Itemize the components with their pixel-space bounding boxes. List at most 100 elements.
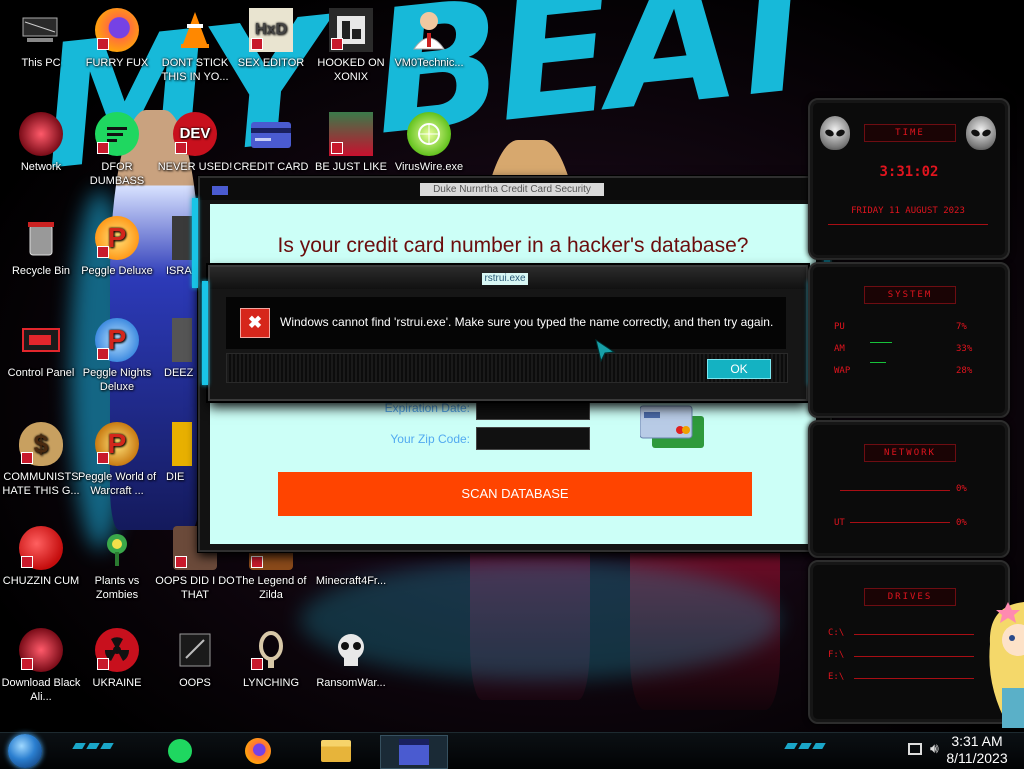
- peggle-nights-icon: P: [95, 318, 139, 362]
- terminal-icon: [173, 628, 217, 672]
- ok-button[interactable]: OK: [707, 359, 771, 379]
- net-out-graph: [850, 522, 950, 523]
- vlc-cone-icon: [173, 8, 217, 52]
- swap-label: WAP: [834, 366, 851, 376]
- desktop-icon-oops[interactable]: OOPS: [154, 628, 236, 690]
- desktop-icon-this-pc[interactable]: This PC: [0, 8, 82, 70]
- alien-head-icon: [966, 116, 996, 150]
- app-icon: [172, 216, 192, 260]
- green-chat-icon: [95, 112, 139, 156]
- taskbar-clock[interactable]: 3:31 AM 8/11/2023: [936, 733, 1018, 767]
- taskbar-decoration: [72, 743, 114, 749]
- taskbar: 🔊︎ 3:31 AM 8/11/2023: [0, 732, 1024, 769]
- clock-date: 8/11/2023: [946, 750, 1008, 766]
- desktop-icon-ransomwar[interactable]: RansomWar...: [310, 628, 392, 690]
- desktop-icon-peggle-world[interactable]: P Peggle World of Warcraft ...: [76, 422, 158, 498]
- scan-database-button[interactable]: SCAN DATABASE: [278, 472, 752, 516]
- taskbar-app-firefox[interactable]: [238, 735, 278, 767]
- net-out-value: 0%: [956, 518, 967, 528]
- net-in-value: 0%: [956, 484, 967, 494]
- error-dialog: rstrui.exe ✖ Windows cannot find 'rstrui…: [202, 265, 814, 401]
- alien-globe-icon: [19, 628, 63, 672]
- dev-cpp-icon: DEV: [173, 112, 217, 156]
- desktop-icon-chuzzin-cum[interactable]: CHUZZIN CUM: [0, 526, 82, 588]
- desktop-icon-plants-vs-zombies[interactable]: Plants vs Zombies: [76, 526, 158, 602]
- window-cyan-accent: [192, 198, 198, 288]
- desktop-icon-communists[interactable]: $ COMMUNISTS HATE THIS G...: [0, 422, 82, 498]
- app-icon: [172, 422, 192, 466]
- gadget-date: FRIDAY 11 AUGUST 2023: [851, 206, 965, 216]
- window-titlebar[interactable]: Duke Nurnrtha Credit Card Security: [200, 178, 830, 200]
- desktop-icon-vm0technic[interactable]: VM0Technic...: [388, 8, 470, 70]
- net-out-label: UT: [834, 518, 845, 528]
- cartoon-character-image: [978, 596, 1024, 732]
- peggle-world-icon: P: [95, 422, 139, 466]
- chuzzle-icon: [19, 526, 63, 570]
- firefox-icon: [95, 8, 139, 52]
- skull-icon: [329, 628, 373, 672]
- desktop-icon-lynching[interactable]: LYNCHING: [230, 628, 312, 690]
- plant-icon: [95, 526, 139, 570]
- net-in-graph: [840, 490, 950, 491]
- desktop-icon-recycle-bin[interactable]: Recycle Bin: [0, 216, 82, 278]
- taskbar-app-credit-card-active[interactable]: [380, 735, 448, 769]
- system-gadget[interactable]: SYSTEM PU 7% AM 33% WAP 28%: [808, 262, 1010, 418]
- time-gadget[interactable]: TIME 3:31:02 FRIDAY 11 AUGUST 2023: [808, 98, 1010, 260]
- desktop-icon-dfor-dumbass[interactable]: DFOR DUMBASS: [76, 112, 158, 188]
- drive-c-bar: [854, 634, 974, 635]
- cpu-value: 7%: [956, 322, 967, 332]
- network-globe-icon: [19, 112, 63, 156]
- gadget-clock: 3:31:02: [879, 164, 939, 180]
- taskbar-app-file-explorer[interactable]: [316, 735, 356, 767]
- desktop-icon-network[interactable]: Network: [0, 112, 82, 174]
- desktop-icon-ukraine[interactable]: UKRAINE: [76, 628, 158, 690]
- credit-card-icon: [249, 112, 293, 156]
- error-message: Windows cannot find 'rstrui.exe'. Make s…: [280, 315, 774, 329]
- zip-code-input[interactable]: [476, 427, 590, 450]
- desktop-icon-download-black-ali[interactable]: Download Black Ali...: [0, 628, 82, 704]
- desktop-icon-sex-editor[interactable]: HxD SEX EDITOR: [230, 8, 312, 70]
- ram-value: 33%: [956, 344, 973, 354]
- credit-cards-icon: [639, 404, 706, 450]
- drive-e-label: E:\: [828, 672, 845, 682]
- network-tray-icon[interactable]: [908, 743, 922, 755]
- limewire-icon: [407, 112, 451, 156]
- desktop-icon-be-just-like[interactable]: BE JUST LIKE: [310, 112, 392, 174]
- green-chat-icon: [168, 739, 192, 763]
- desktop-icon-hooked-on-xonix[interactable]: HOOKED ON XONIX: [310, 8, 392, 84]
- dialog-body: ✖ Windows cannot find 'rstrui.exe'. Make…: [226, 297, 786, 349]
- window-app-icon: [212, 186, 228, 195]
- app-icon: [172, 318, 192, 362]
- mouse-cursor-icon: [594, 338, 616, 366]
- desktop-icon-furry-fux[interactable]: FURRY FUX: [76, 8, 158, 70]
- error-x-icon: ✖: [240, 308, 270, 338]
- expiration-date-label: Expiration Date:: [384, 401, 470, 415]
- desktop-icon-viruswire[interactable]: VirusWire.exe: [388, 112, 470, 174]
- desktop-icon-control-panel[interactable]: Control Panel: [0, 318, 82, 380]
- dialog-titlebar[interactable]: rstrui.exe: [210, 267, 806, 289]
- dialog-title: rstrui.exe: [482, 273, 528, 285]
- doctor-avatar-icon: [407, 8, 451, 52]
- gadget-divider: [828, 224, 988, 225]
- network-gadget[interactable]: NETWORK 0% UT 0%: [808, 420, 1010, 558]
- cpu-label: PU: [834, 322, 845, 332]
- page-headline: Is your credit card number in a hacker's…: [277, 234, 749, 257]
- drives-gadget-header: DRIVES: [864, 588, 956, 606]
- desktop-icon-dont-stick[interactable]: DONT STICK THIS IN YO...: [154, 8, 236, 84]
- peggle-icon: P: [95, 216, 139, 260]
- alien-head-icon: [820, 116, 850, 150]
- swap-value: 28%: [956, 366, 973, 376]
- credit-card-app-icon: [399, 739, 429, 765]
- system-gadget-header: SYSTEM: [864, 286, 956, 304]
- drive-e-bar: [854, 678, 974, 679]
- hxd-hex-editor-icon: HxD: [249, 8, 293, 52]
- taskbar-app-green-chat[interactable]: [160, 735, 200, 767]
- zip-code-label: Your Zip Code:: [390, 432, 470, 446]
- desktop-icon-peggle-deluxe[interactable]: P Peggle Deluxe: [76, 216, 158, 278]
- desktop-icon-never-used[interactable]: DEV NEVER USED!: [154, 112, 236, 174]
- drive-f-bar: [854, 656, 974, 657]
- desktop-icon-credit-card[interactable]: CREDIT CARD: [230, 112, 312, 174]
- desktop-icon-peggle-nights[interactable]: P Peggle Nights Deluxe: [76, 318, 158, 394]
- dialog-footer: OK: [226, 353, 788, 383]
- start-button[interactable]: [8, 734, 42, 768]
